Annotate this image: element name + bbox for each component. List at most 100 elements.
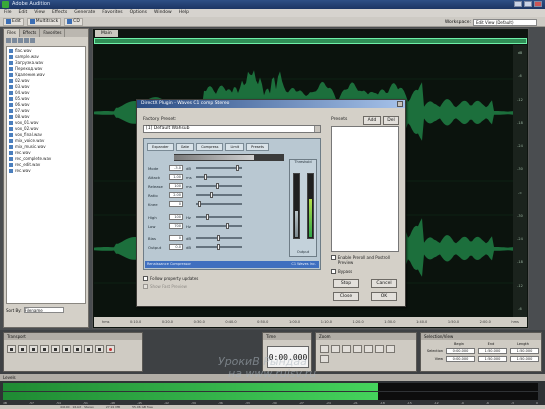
cd-view-button[interactable]: CD [64, 17, 83, 26]
param-ratio-value[interactable]: 2.00 [169, 192, 183, 198]
close-dialog-button[interactable]: Close [333, 292, 359, 301]
param-release-value[interactable]: 100 [169, 183, 183, 189]
selection-end-field[interactable]: 1:50.000 [478, 348, 507, 354]
sort-dropdown[interactable]: Filename [23, 307, 64, 313]
checkbox-box[interactable] [143, 276, 148, 281]
zoom-in-horizontal-icon[interactable] [320, 345, 329, 353]
workspace-dropdown[interactable]: Edit View (Default) [473, 18, 537, 26]
time-ruler[interactable]: hms 0:10.0 0:20.0 0:30.0 0:40.0 0:50.0 1… [94, 317, 527, 327]
zoom-to-selection-icon[interactable] [353, 345, 362, 353]
view-end-field[interactable]: 1:50.000 [478, 356, 507, 362]
overview-bar[interactable] [94, 38, 527, 44]
stop-transport-button[interactable] [7, 345, 16, 353]
param-bias-value[interactable]: 0 [169, 235, 183, 241]
menu-file[interactable]: File [4, 9, 12, 17]
factory-preset-dropdown[interactable]: [1] Default Wahsub [143, 125, 321, 133]
close-file-icon[interactable] [12, 38, 17, 43]
slider-knob[interactable] [236, 165, 239, 171]
param-knee-value[interactable]: 0 [169, 201, 183, 207]
tab-gate[interactable]: Gate [175, 143, 195, 151]
cancel-button[interactable]: Cancel [371, 279, 397, 288]
go-to-start-button[interactable] [62, 345, 71, 353]
slider-knob[interactable] [210, 192, 213, 198]
tab-files[interactable]: Files [4, 29, 20, 37]
menu-options[interactable]: Options [130, 9, 147, 17]
view-length-field[interactable]: 1:50.000 [510, 356, 539, 362]
zoom-in-right-icon[interactable] [375, 345, 384, 353]
param-high-slider[interactable] [196, 214, 242, 220]
view-begin-field[interactable]: 0:00.000 [446, 356, 475, 362]
list-item[interactable]: rec.wav [9, 168, 83, 174]
play-to-end-button[interactable] [40, 345, 49, 353]
param-attack-value[interactable]: 1.00 [169, 174, 183, 180]
menu-window[interactable]: Window [154, 9, 172, 17]
fast-forward-button[interactable] [84, 345, 93, 353]
go-to-end-button[interactable] [95, 345, 104, 353]
import-file-icon[interactable] [6, 38, 11, 43]
pause-button[interactable] [29, 345, 38, 353]
delete-preset-button[interactable]: Del [383, 116, 399, 125]
tab-effects[interactable]: Effects [20, 29, 41, 37]
play-button[interactable] [18, 345, 27, 353]
edit-view-button[interactable]: Edit [3, 17, 24, 26]
tab-presets[interactable]: Presets [246, 143, 269, 151]
slider-knob[interactable] [216, 183, 219, 189]
checkbox-box[interactable] [331, 269, 336, 274]
slider-knob[interactable] [217, 244, 220, 250]
slider-knob[interactable] [226, 223, 229, 229]
selection-length-field[interactable]: 1:50.000 [510, 348, 539, 354]
menu-edit[interactable]: Edit [19, 9, 28, 17]
ok-button[interactable]: OK [371, 292, 397, 301]
dialog-title-bar[interactable]: DirectX Plugin - Waves C1 comp Stereo [137, 100, 405, 108]
minimize-button[interactable] [514, 1, 522, 7]
slider-knob[interactable] [204, 174, 207, 180]
tab-favorites[interactable]: Favorites [40, 29, 66, 37]
param-low-value[interactable]: 700 [169, 223, 183, 229]
maximize-button[interactable] [524, 1, 532, 7]
param-mode-slider[interactable] [196, 165, 242, 171]
checkbox-box[interactable] [331, 255, 336, 260]
param-attack-slider[interactable] [196, 174, 242, 180]
multitrack-view-button[interactable]: Multitrack [26, 17, 62, 26]
follow-updates-checkbox[interactable]: Follow property updates [143, 276, 198, 281]
param-bias-slider[interactable] [196, 235, 242, 241]
tab-compress[interactable]: Compress [196, 143, 224, 151]
insert-file-icon[interactable] [18, 38, 23, 43]
menu-generate[interactable]: Generate [74, 9, 95, 17]
param-high-value[interactable]: 100 [169, 214, 183, 220]
menu-view[interactable]: View [34, 9, 45, 17]
preset-list[interactable] [331, 126, 399, 252]
zoom-out-full-icon[interactable] [342, 345, 351, 353]
overview-view-range[interactable] [94, 38, 527, 44]
checkbox-box[interactable] [143, 284, 148, 289]
menu-help[interactable]: Help [179, 9, 189, 17]
preroll-preview-checkbox[interactable]: Enable Preroll and Postroll Preview [331, 255, 401, 265]
rewind-button[interactable] [73, 345, 82, 353]
tab-limit[interactable]: Limit [225, 143, 245, 151]
bypass-checkbox[interactable]: Bypass [331, 269, 352, 274]
loop-button[interactable] [51, 345, 60, 353]
param-knee-slider[interactable] [196, 201, 242, 207]
tab-expander[interactable]: Expander [147, 143, 174, 151]
tab-main[interactable]: Main [95, 30, 118, 37]
play-file-icon[interactable] [24, 38, 29, 43]
slider-knob[interactable] [206, 214, 209, 220]
close-button[interactable] [534, 1, 542, 7]
param-low-slider[interactable] [196, 223, 242, 229]
slider-knob[interactable] [217, 235, 220, 241]
param-ratio-slider[interactable] [196, 192, 242, 198]
slider-knob[interactable] [198, 201, 201, 207]
fast-preview-checkbox[interactable]: Show Fast Preview [143, 284, 187, 289]
loop-file-icon[interactable] [30, 38, 35, 43]
param-output-value[interactable]: 0.0 [169, 244, 183, 250]
param-output-slider[interactable] [196, 244, 242, 250]
param-release-slider[interactable] [196, 183, 242, 189]
zoom-out-horizontal-icon[interactable] [331, 345, 340, 353]
chevron-down-icon[interactable] [314, 126, 320, 132]
zoom-in-left-icon[interactable] [364, 345, 373, 353]
add-preset-button[interactable]: Add [363, 116, 381, 125]
record-button[interactable] [106, 345, 115, 353]
dialog-close-button[interactable] [397, 101, 403, 107]
selection-begin-field[interactable]: 0:00.000 [446, 348, 475, 354]
param-mode-value[interactable]: -3.0 [169, 165, 183, 171]
